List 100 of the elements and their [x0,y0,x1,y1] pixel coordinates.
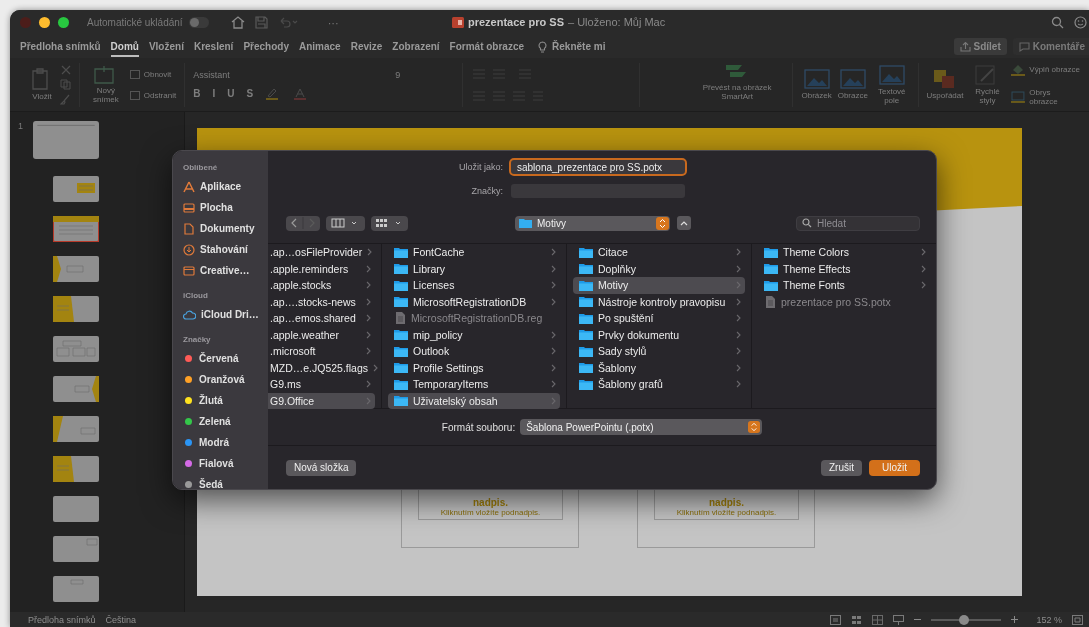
format-button[interactable]: B [193,88,201,99]
copy-icon[interactable] [60,78,71,90]
ribbon-tab[interactable]: Formát obrazce [449,36,525,57]
sidebar-item[interactable]: Aplikace [183,176,268,197]
file-list-item[interactable]: Profile Settings [388,359,560,376]
reading-view-icon[interactable] [872,614,884,625]
insert-label[interactable]: Obrazce [837,91,868,100]
grid-view-button[interactable] [371,215,408,231]
file-list-item[interactable]: MicrosoftRegistrationDB [388,293,560,310]
brush-icon[interactable] [60,93,71,105]
home-icon[interactable] [230,16,245,29]
file-list-item[interactable]: Citace [573,244,745,261]
slide-thumbnail[interactable] [33,121,99,159]
ribbon-tab[interactable]: Domů [110,36,139,57]
file-list-item[interactable]: Nástroje kontroly pravopisu [573,293,745,310]
delete-button[interactable]: Odstranit [129,90,177,100]
insert-label[interactable]: Obrázek [801,91,832,100]
file-list-item[interactable]: MicrosoftRegistrationDB.reg [388,310,560,327]
zoom-percentage[interactable]: 152 % [1036,614,1062,625]
file-list-item[interactable]: Theme Effects [758,260,930,277]
column-view-button[interactable] [326,215,365,231]
ribbon-tab[interactable]: Kreslení [193,36,234,57]
sidebar-item[interactable]: Stahování [183,239,268,260]
slide-thumbnail[interactable] [53,536,99,562]
tell-me-search[interactable]: Řekněte mi [552,41,606,52]
font-color-icon[interactable] [293,87,308,100]
file-list-item[interactable]: Po spuštění [573,310,745,327]
slide-thumbnail[interactable] [53,496,99,522]
new-slide-label[interactable]: Nový snímek [88,85,124,104]
slide-thumbnail[interactable] [53,456,99,482]
format-button[interactable]: I [212,88,216,99]
smiley-icon[interactable] [1074,16,1087,29]
font-size-field[interactable]: 9 [395,69,401,80]
slide-thumbnail[interactable] [53,256,99,282]
file-list-item[interactable]: Theme Colors [758,244,930,261]
ribbon-tab[interactable]: Předloha snímků [20,36,101,57]
presenter-icon[interactable] [893,614,905,625]
file-list-item[interactable]: Šablony grafů [573,376,745,393]
insert-label[interactable]: Textové pole [873,86,910,105]
file-list-item[interactable]: Theme Fonts [758,277,930,294]
slide-thumbnail[interactable] [53,216,99,242]
file-list-item[interactable]: .microsoft [268,343,375,360]
file-list-item[interactable]: Outlook [388,343,560,360]
sidebar-item[interactable]: Oranžová [183,369,268,390]
sidebar-item[interactable]: Zelená [183,411,268,432]
slide-thumbnail[interactable] [53,296,99,322]
language-status[interactable]: Čeština [105,614,137,625]
save-status[interactable]: – Uloženo: Můj Mac [568,16,666,28]
file-list-item[interactable]: .apple.stocks [268,277,375,294]
font-name-field[interactable]: Assistant [193,69,384,80]
zoom-in-icon[interactable] [1011,616,1019,623]
sidebar-item[interactable]: Fialová [183,453,268,474]
file-name-field[interactable]: sablona_prezentace pro SS.potx [509,158,687,176]
ribbon-tab[interactable]: Animace [299,36,341,57]
sidebar-item[interactable]: Dokumenty [183,218,268,239]
cancel-button[interactable]: Zrušit [821,459,862,476]
insert-icon[interactable] [839,69,866,89]
file-list-item[interactable]: Sady stylů [573,343,745,360]
ribbon-tab[interactable]: Přechody [243,36,289,57]
scissors-icon[interactable] [60,64,71,75]
file-list-item[interactable]: Library [388,260,560,277]
sidebar-item[interactable]: Modrá [183,432,268,453]
smartart-label[interactable]: Převést na obrázek SmartArt [692,82,783,101]
autosave-toggle[interactable] [188,17,209,28]
quick-styles-label[interactable]: Rychlé styly [969,86,1006,105]
format-button[interactable]: U [227,88,235,99]
file-list-item[interactable]: .ap….stocks-news [268,293,375,310]
file-list-item[interactable]: Prvky dokumentu [573,326,745,343]
slide-thumbnail[interactable] [53,416,99,442]
arrange-label[interactable]: Uspořádat [926,91,964,100]
new-folder-button[interactable]: Nová složka [286,459,357,476]
sidebar-item[interactable]: iCloud Dri… [183,304,268,325]
paste-label[interactable]: Vložit [32,92,52,101]
file-list-item[interactable]: prezentace pro SS.potx [758,293,930,310]
file-format-dropdown[interactable]: Šablona PowerPointu (.potx) [520,419,763,435]
file-list-item[interactable]: MZD…e.JQ525.flags [268,359,375,376]
sidebar-item[interactable]: Šedá [183,474,268,489]
shape-fill-button[interactable]: Výplň obrazce [1011,63,1080,76]
back-forward-buttons[interactable] [286,215,320,231]
zoom-out-icon[interactable] [914,616,922,623]
shape-outline-button[interactable]: Obrys obrazce [1011,87,1081,106]
search-field[interactable]: Hledat [796,215,920,231]
slide-thumbnail[interactable] [53,576,99,602]
file-list-item[interactable]: G9.ms [268,376,375,393]
sidebar-item[interactable]: Červená [183,348,268,369]
file-list-item[interactable]: .ap…emos.shared [268,310,375,327]
sidebar-item[interactable]: Creative… [183,260,268,281]
fit-to-window-icon[interactable] [1072,614,1083,625]
slide-thumbnail[interactable] [53,376,99,402]
insert-icon[interactable] [803,69,830,89]
file-list-item[interactable]: .ap…osFileProvider [268,244,375,261]
format-button[interactable]: S [246,88,254,99]
sidebar-item[interactable]: Plocha [183,197,268,218]
insert-icon[interactable] [878,64,905,85]
search-icon[interactable] [1051,16,1064,29]
file-list-item[interactable]: Motivy [573,277,745,294]
file-list-item[interactable]: Šablony [573,359,745,376]
file-list-item[interactable]: Uživatelský obsah [388,392,560,409]
slide-sorter-icon[interactable] [851,614,863,625]
file-list-item[interactable]: FontCache [388,244,560,261]
